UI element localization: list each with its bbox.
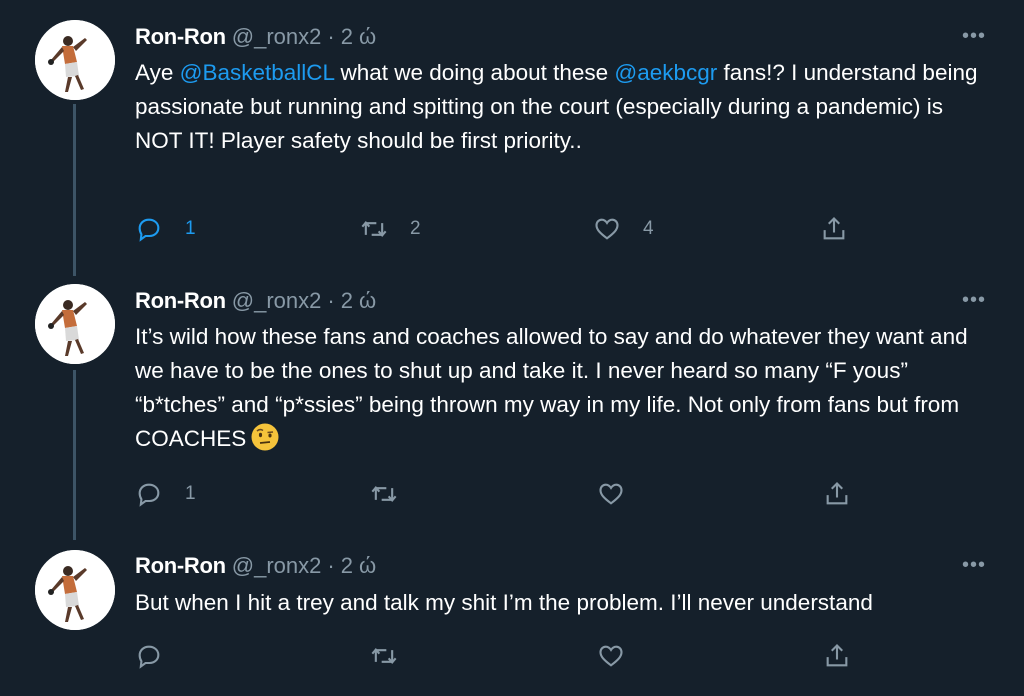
separator-dot: · — [327, 288, 335, 313]
player-photo — [35, 284, 115, 364]
reply-button[interactable]: 1 — [135, 209, 196, 249]
like-button[interactable] — [597, 474, 625, 514]
display-name[interactable]: Ron-Ron — [135, 24, 226, 50]
text-segment: what we doing about these — [334, 60, 615, 85]
share-button[interactable] — [823, 636, 851, 676]
like-count: 4 — [643, 218, 654, 239]
timestamp[interactable]: 2 ώ — [341, 288, 377, 314]
separator-dot: · — [327, 553, 335, 578]
retweet-icon — [371, 485, 397, 503]
reply-icon — [138, 645, 160, 669]
player-photo — [35, 20, 115, 100]
like-button[interactable] — [597, 636, 625, 676]
more-icon[interactable]: ••• — [958, 288, 990, 312]
text-segment: But when I hit a trey and talk my shit I… — [135, 590, 873, 615]
text-segment: Aye — [135, 60, 180, 85]
like-button[interactable]: 4 — [593, 209, 654, 249]
heart-icon — [599, 645, 623, 667]
reply-icon — [138, 218, 160, 242]
tweet-text: Aye @BasketballCL what we doing about th… — [135, 56, 990, 158]
tweet[interactable]: Ron-Ron @_ronx2 · 2 ώ ••• It’s wild how … — [0, 270, 1024, 536]
share-button[interactable] — [820, 209, 848, 249]
user-handle[interactable]: @_ronx2 — [232, 553, 322, 579]
tweet-text: But when I hit a trey and talk my shit I… — [135, 586, 990, 620]
tweet-header: Ron-Ron @_ronx2 · 2 ώ — [135, 286, 376, 316]
reply-count: 1 — [185, 218, 196, 239]
retweet-icon — [361, 220, 387, 238]
tweet[interactable]: Ron-Ron @_ronx2 · 2 ώ ••• But when I hit… — [0, 536, 1024, 696]
reply-button[interactable] — [135, 636, 163, 676]
player-photo — [35, 550, 115, 630]
separator-dot: · — [327, 24, 335, 49]
share-button[interactable] — [823, 474, 851, 514]
more-icon[interactable]: ••• — [958, 24, 990, 48]
display-name[interactable]: Ron-Ron — [135, 553, 226, 579]
tweet-actions — [135, 636, 855, 676]
timestamp[interactable]: 2 ώ — [341, 24, 377, 50]
user-handle[interactable]: @_ronx2 — [232, 24, 322, 50]
tweet-text: It’s wild how these fans and coaches all… — [135, 320, 990, 456]
timestamp[interactable]: 2 ώ — [341, 553, 377, 579]
mention-link[interactable]: @BasketballCL — [180, 60, 335, 85]
retweet-button[interactable] — [370, 474, 398, 514]
heart-icon — [599, 483, 623, 505]
share-icon — [826, 482, 848, 505]
reply-button[interactable]: 1 — [135, 474, 196, 514]
tweet[interactable]: Ron-Ron @_ronx2 · 2 ώ ••• Aye @Basketbal… — [0, 0, 1024, 270]
share-icon — [826, 644, 848, 667]
heart-icon — [595, 218, 619, 240]
more-icon[interactable]: ••• — [958, 553, 990, 577]
mention-link[interactable]: @aekbcgr — [614, 60, 717, 85]
face-with-raised-eyebrow-emoji — [251, 423, 279, 451]
retweet-count: 2 — [410, 218, 421, 239]
share-icon — [823, 217, 845, 240]
tweet-actions: 1 — [135, 474, 855, 514]
reply-icon — [138, 483, 160, 507]
avatar[interactable] — [35, 20, 115, 100]
reply-count: 1 — [185, 483, 196, 504]
avatar[interactable] — [35, 550, 115, 630]
user-handle[interactable]: @_ronx2 — [232, 288, 322, 314]
display-name[interactable]: Ron-Ron — [135, 288, 226, 314]
tweet-header: Ron-Ron @_ronx2 · 2 ώ — [135, 551, 376, 581]
avatar[interactable] — [35, 284, 115, 364]
retweet-button[interactable] — [370, 636, 398, 676]
tweet-header: Ron-Ron @_ronx2 · 2 ώ — [135, 22, 376, 52]
retweet-icon — [371, 647, 397, 665]
tweet-actions: 1 2 4 — [135, 209, 855, 249]
retweet-button[interactable]: 2 — [360, 209, 421, 249]
